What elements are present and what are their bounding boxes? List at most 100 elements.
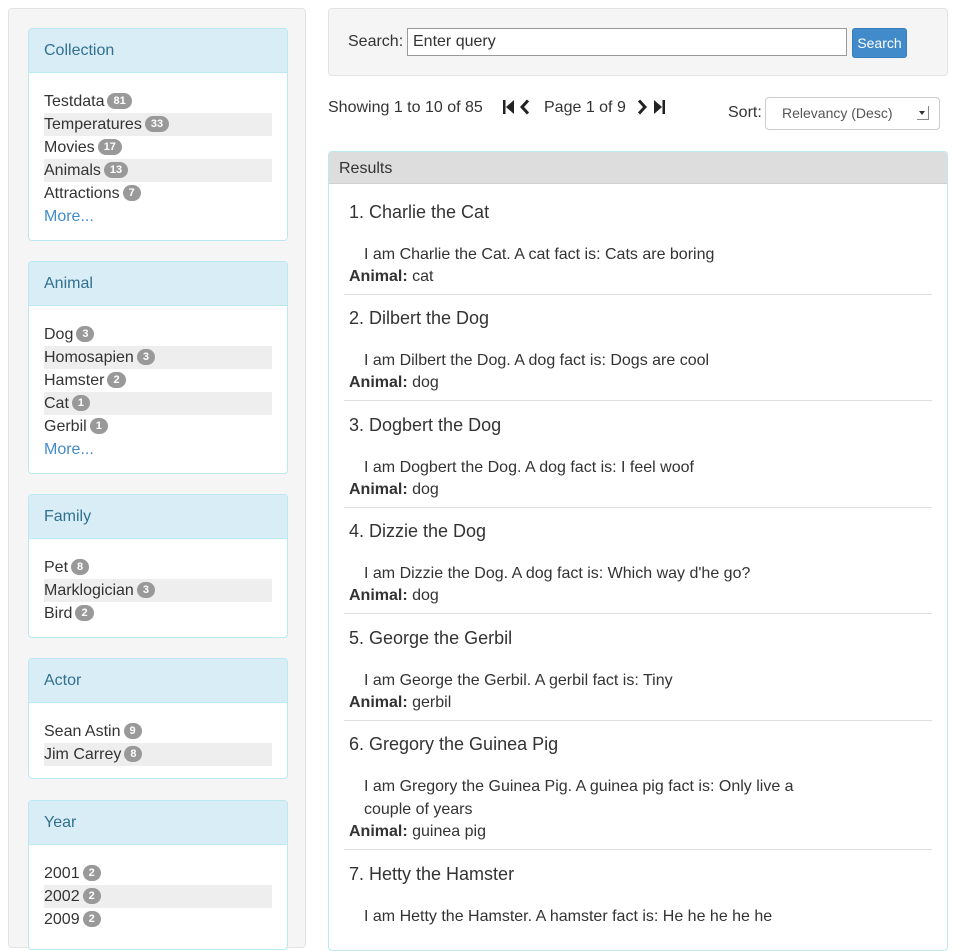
result-snippet: I am Dogbert the Dog. A dog fact is: I f…	[364, 459, 694, 476]
result-item: 6. Gregory the Guinea Pig I am Gregory t…	[344, 734, 932, 850]
facet-item[interactable]: Temperatures 33	[44, 113, 272, 136]
previous-page-icon[interactable]	[519, 99, 530, 117]
facet-item[interactable]: Jim Carrey 8	[44, 743, 272, 766]
facet-item-label: Testdata	[44, 93, 105, 110]
result-title[interactable]: 6. Gregory the Guinea Pig	[349, 734, 558, 755]
result-item: 4. Dizzie the Dog I am Dizzie the Dog. A…	[344, 521, 932, 614]
facet-item[interactable]: 2001 2	[44, 862, 272, 885]
facet-item[interactable]: Animals 13	[44, 159, 272, 182]
facet-item[interactable]: Hamster 2	[44, 369, 272, 392]
field-label: Animal:	[349, 481, 408, 498]
facet-title: Collection	[29, 29, 287, 73]
field-label: Animal:	[349, 374, 408, 391]
result-item: 7. Hetty the Hamster I am Hetty the Hams…	[344, 864, 932, 950]
results-header: Results	[329, 152, 947, 184]
count-badge: 33	[144, 115, 170, 132]
search-bar: Search: Search	[328, 8, 948, 76]
result-field: Animal: dog	[349, 374, 439, 392]
count-badge: 8	[71, 558, 90, 575]
result-snippet: I am Hetty the Hamster. A hamster fact i…	[364, 908, 773, 925]
facet-actor: Actor Sean Astin 9 Jim Carrey 8	[28, 658, 288, 779]
next-page-icon[interactable]	[637, 99, 648, 117]
result-item: 3. Dogbert the Dog I am Dogbert the Dog.…	[344, 415, 932, 508]
result-title[interactable]: 4. Dizzie the Dog	[349, 521, 486, 542]
facet-list: Dog 3 Homosapien 3 Hamster 2 Cat 1 Gerbil 1 M…	[29, 306, 287, 461]
field-label: Animal:	[349, 587, 408, 604]
facet-item[interactable]: Attractions 7	[44, 182, 272, 205]
result-title[interactable]: 5. George the Gerbil	[349, 628, 512, 649]
result-title[interactable]: 2. Dilbert the Dog	[349, 308, 489, 329]
facet-item-label: Pet	[44, 559, 69, 576]
facet-item-label: Attractions	[44, 185, 120, 202]
sort-selected-value: Relevancy (Desc)	[782, 105, 893, 121]
facet-item[interactable]: Homosapien 3	[44, 346, 272, 369]
result-title[interactable]: 7. Hetty the Hamster	[349, 864, 514, 885]
facet-year: Year 2001 2 2002 2 2009 2	[28, 800, 288, 950]
field-label: Animal:	[349, 268, 408, 285]
sort-label: Sort:	[728, 104, 762, 121]
facet-item-label: 2009	[44, 911, 80, 928]
facet-item-label: Marklogician	[44, 582, 134, 599]
facet-title: Year	[29, 801, 287, 845]
result-field: Animal: gerbil	[349, 694, 451, 712]
result-item: 1. Charlie the Cat I am Charlie the Cat.…	[344, 202, 932, 295]
more-link[interactable]: More...	[44, 441, 94, 458]
facet-title: Actor	[29, 659, 287, 703]
facet-item[interactable]: Sean Astin 9	[44, 720, 272, 743]
count-badge: 3	[76, 325, 95, 342]
count-badge: 1	[89, 417, 108, 434]
facet-title: Animal	[29, 262, 287, 306]
field-label: Animal:	[349, 823, 408, 840]
facet-item-label: Sean Astin	[44, 723, 121, 740]
count-badge: 81	[107, 92, 132, 109]
facet-list: Sean Astin 9 Jim Carrey 8	[29, 703, 287, 766]
count-badge: 8	[124, 745, 143, 762]
result-field: Animal: cat	[349, 268, 433, 286]
search-label: Search:	[348, 33, 404, 50]
result-item: 2. Dilbert the Dog I am Dilbert the Dog.…	[344, 308, 932, 401]
search-button[interactable]: Search	[852, 28, 907, 58]
count-badge: 2	[75, 604, 94, 621]
facet-family: Family Pet 8 Marklogician 3 Bird 2	[28, 494, 288, 638]
dropdown-arrow-icon	[917, 106, 929, 120]
facet-list: Pet 8 Marklogician 3 Bird 2	[29, 539, 287, 625]
facet-item[interactable]: Bird 2	[44, 602, 272, 625]
results-panel: Results 1. Charlie the Cat I am Charlie …	[328, 151, 948, 951]
last-page-icon[interactable]	[653, 99, 665, 117]
count-badge: 3	[136, 348, 155, 365]
facet-item[interactable]: 2009 2	[44, 908, 272, 931]
result-title[interactable]: 1. Charlie the Cat	[349, 202, 489, 223]
facet-item[interactable]: Marklogician 3	[44, 579, 272, 602]
page-indicator: Page 1 of 9	[544, 99, 626, 116]
first-page-icon[interactable]	[503, 99, 515, 117]
count-badge: 9	[123, 722, 142, 739]
facet-item[interactable]: 2002 2	[44, 885, 272, 908]
field-value: cat	[412, 268, 434, 285]
facet-item[interactable]: Cat 1	[44, 392, 272, 415]
count-badge: 2	[107, 371, 126, 388]
count-badge: 3	[136, 581, 155, 598]
count-badge: 1	[71, 394, 91, 411]
facet-item[interactable]: Dog 3	[44, 323, 272, 346]
sort-select[interactable]: Relevancy (Desc)	[765, 97, 940, 130]
result-field: Animal: guinea pig	[349, 823, 486, 841]
field-value: dog	[412, 481, 439, 498]
field-value: guinea pig	[412, 823, 486, 840]
search-input[interactable]	[407, 28, 847, 56]
result-title[interactable]: 3. Dogbert the Dog	[349, 415, 501, 436]
facet-item[interactable]: Pet 8	[44, 556, 272, 579]
facet-item-label: Temperatures	[44, 116, 142, 133]
field-value: gerbil	[412, 694, 452, 711]
facet-title: Family	[29, 495, 287, 539]
more-link[interactable]: More...	[44, 208, 94, 225]
facet-item[interactable]: Gerbil 1	[44, 415, 272, 438]
facet-item[interactable]: Movies 17	[44, 136, 272, 159]
facet-item-label: 2002	[44, 888, 80, 905]
facet-list: 2001 2 2002 2 2009 2	[29, 845, 287, 931]
facet-more: More...	[44, 438, 272, 461]
count-badge: 2	[82, 910, 101, 927]
count-badge: 2	[82, 864, 101, 881]
facet-item[interactable]: Testdata 81	[44, 90, 272, 113]
facet-item-label: Bird	[44, 605, 73, 622]
facet-item-label: Homosapien	[44, 349, 134, 366]
